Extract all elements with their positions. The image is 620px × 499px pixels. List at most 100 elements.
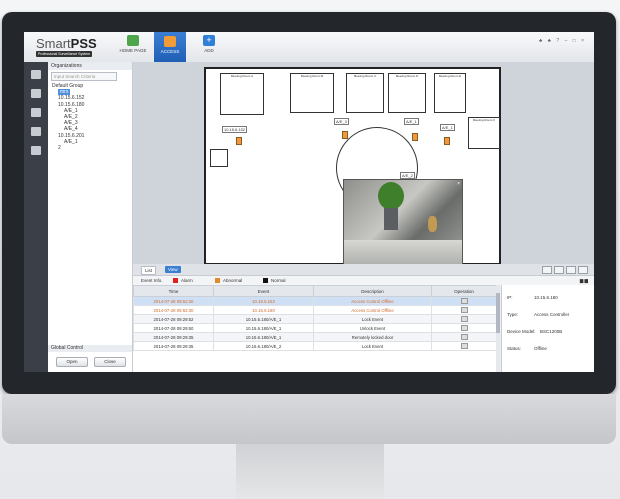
room: Meeting Room A	[220, 73, 264, 115]
table-cell-time: 2014-07-28 09:52:30	[133, 305, 214, 315]
col-header-description[interactable]: Description	[313, 285, 432, 297]
table-cell-time: 2014-07-28 09:52:30	[133, 296, 214, 306]
layout-icon[interactable]	[566, 266, 576, 274]
model-label: Device Model:	[507, 329, 536, 334]
user-icon[interactable]	[31, 108, 41, 117]
tab-list[interactable]: List	[141, 266, 157, 275]
table-row[interactable]: 2014-07-28 09:52:30 10.15.6.152 Access Con…	[133, 296, 497, 306]
table-row[interactable]: 2014-07-28 09:29:52 10.15.6.180/A/E_1 Lock…	[133, 314, 497, 324]
brand-suffix: PSS	[70, 36, 97, 51]
abnormal-label: Abnormal	[223, 278, 243, 283]
device-label[interactable]: A/E_1	[404, 118, 419, 125]
home-icon	[127, 35, 139, 46]
type-value: Access Controller	[534, 312, 570, 317]
status-label: Status:	[507, 346, 522, 351]
table-cell-desc: Unlock Event	[313, 323, 432, 333]
table-cell-operation	[431, 323, 497, 333]
close-icon[interactable]: ×	[457, 181, 460, 187]
door-icon[interactable]	[342, 131, 348, 139]
device-label[interactable]: A/E_1	[440, 124, 455, 131]
operation-icon[interactable]	[460, 333, 468, 340]
table-cell-desc: Remotely locked door	[313, 332, 432, 342]
nav-access[interactable]: ACCESS	[154, 32, 186, 62]
device-info-panel: IP: 10.15.6.180 Type: Access Controller …	[501, 285, 594, 372]
tree-node-label: A/E_1	[64, 107, 78, 114]
alarm-label: Alarm	[181, 278, 193, 283]
table-cell-desc: Lock Event	[313, 314, 432, 324]
table-row[interactable]: 2014-07-28 09:29:35 10.15.6.180/A/E_1 Remo…	[133, 332, 497, 342]
operation-icon[interactable]	[460, 306, 468, 313]
table-cell-time: 2014-07-28 09:29:50	[133, 323, 214, 333]
room: Meeting Room B	[290, 73, 334, 113]
door-icon[interactable]	[236, 137, 242, 145]
access-icon[interactable]	[31, 89, 41, 98]
ip-label: IP:	[507, 295, 513, 300]
room-label: Meeting Room D	[395, 74, 419, 78]
operation-icon[interactable]	[460, 342, 468, 349]
edit-icon[interactable]	[578, 266, 588, 274]
door-icon[interactable]	[444, 137, 450, 145]
table-cell-desc: Lock Event	[313, 341, 432, 351]
table-cell-operation	[431, 305, 497, 315]
nav-home-label: HOME PAGE	[119, 48, 147, 53]
col-header-time[interactable]: Time	[133, 285, 214, 297]
record-icon[interactable]	[31, 127, 41, 136]
layout-tools	[540, 266, 588, 276]
table-cell-operation	[431, 332, 497, 342]
operation-icon[interactable]	[460, 297, 468, 304]
close-button[interactable]: Close	[94, 357, 126, 367]
type-label: Type:	[507, 312, 519, 317]
org-search-input[interactable]: Input Search Criteria	[51, 72, 117, 81]
tab-view[interactable]: View	[165, 266, 181, 273]
tree-node-label: 2	[58, 144, 61, 151]
tree-node-label: 10.15.6.180	[58, 101, 85, 108]
table-row[interactable]: 2014-07-28 09:29:35 10.15.6.180/A/E_2 Lock…	[133, 341, 497, 351]
plant	[378, 182, 404, 210]
open-button[interactable]: Open	[56, 357, 88, 367]
tree-node[interactable]: 2	[48, 145, 132, 151]
room: Meeting Room D	[388, 73, 426, 113]
table-cell-event: 10.15.6.180	[213, 305, 314, 315]
device-label[interactable]: A/E_2	[400, 172, 415, 179]
window-controls[interactable]: ♣ ♣ ? – □ ×	[539, 38, 586, 44]
tree-node-label: Default Group	[52, 83, 84, 89]
door-icon[interactable]	[412, 133, 418, 141]
operation-icon[interactable]	[460, 315, 468, 322]
table-row[interactable]: 2014-07-28 09:29:50 10.15.6.180/A/E_1 Unlo…	[133, 323, 497, 333]
device-icon[interactable]	[31, 70, 41, 79]
table-scrollbar[interactable]	[496, 285, 500, 372]
scroll-thumb[interactable]	[496, 293, 500, 333]
device-label[interactable]: 10.15.6.152	[222, 126, 248, 133]
layout-icon[interactable]	[554, 266, 564, 274]
status-value: Offline	[534, 346, 547, 351]
table-cell-event: 10.15.6.152	[213, 296, 314, 306]
person	[428, 216, 437, 232]
organization-panel: Organizations Input Search Criteria Defa…	[48, 62, 133, 372]
table-row[interactable]: 2014-07-28 09:52:30 10.15.6.180 Access Con…	[133, 305, 497, 315]
alarm-swatch	[173, 278, 178, 283]
room-label: Meeting Room A	[230, 74, 254, 78]
nav-add[interactable]: + ADD	[196, 35, 222, 59]
nav-home-page[interactable]: HOME PAGE	[114, 35, 152, 59]
panel-actions[interactable]: ▆ ▆	[580, 276, 588, 285]
monitor-stand	[236, 444, 384, 499]
table-cell-event: 10.15.6.180/A/E_1	[213, 332, 314, 342]
app-window: SmartPSS Professional Surveillance Syste…	[24, 32, 594, 372]
layout-icon[interactable]	[542, 266, 552, 274]
ip-value: 10.15.6.180	[534, 295, 558, 300]
event-info-label: Event Info.	[141, 278, 163, 283]
model-value: BSC1200B	[540, 329, 563, 334]
device-label[interactable]: A/E_3	[334, 118, 349, 125]
operation-icon[interactable]	[460, 324, 468, 331]
table-cell-time: 2014-07-28 09:29:52	[133, 314, 214, 324]
left-icon-bar	[24, 62, 48, 372]
col-header-event[interactable]: Event	[213, 285, 314, 297]
normal-swatch	[263, 278, 268, 283]
room-label: Meeting Room F	[472, 118, 496, 122]
report-icon[interactable]	[31, 146, 41, 155]
brand-prefix: Smart	[36, 36, 71, 51]
org-header: Organizations	[48, 62, 132, 70]
col-header-operation[interactable]: Operation	[431, 285, 497, 297]
live-video-window[interactable]: ×	[343, 179, 463, 277]
pillar	[384, 208, 398, 230]
